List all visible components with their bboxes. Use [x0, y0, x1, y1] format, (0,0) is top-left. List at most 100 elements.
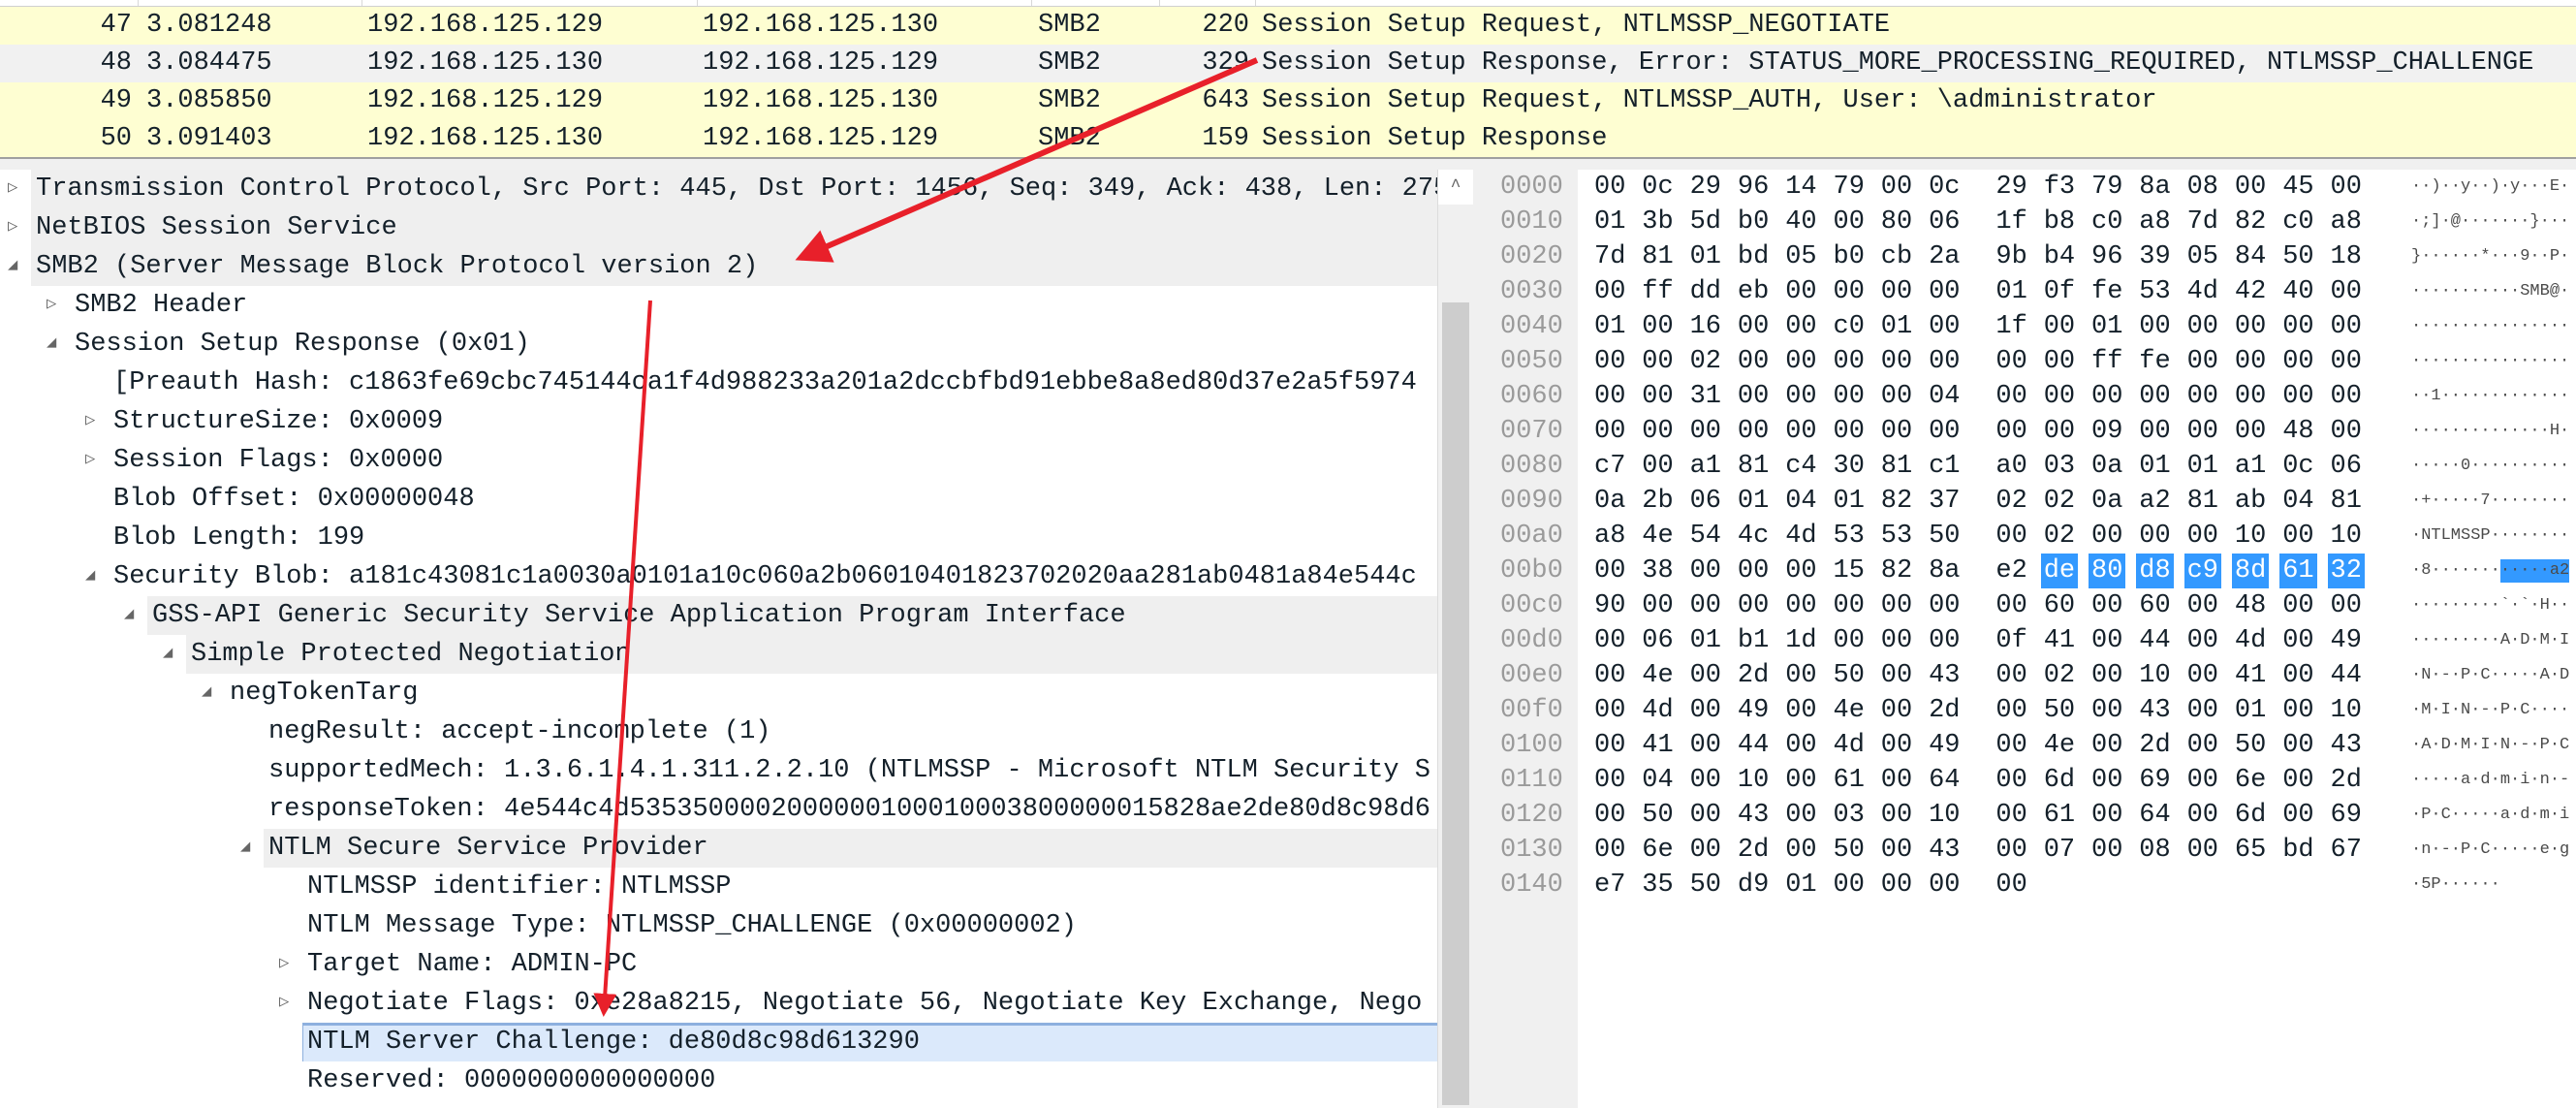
hex-byte[interactable]: 00 — [1785, 344, 1816, 379]
hex-ascii[interactable]: ·NTLMSSP········ — [2411, 519, 2569, 554]
hex-byte[interactable]: 00 — [1594, 274, 1625, 309]
hex-byte[interactable]: 00 — [1594, 414, 1625, 449]
hex-byte[interactable]: b0 — [1738, 205, 1769, 239]
triangle-right-icon[interactable]: ▷ — [279, 945, 289, 984]
hex-byte[interactable]: 01 — [2187, 449, 2218, 484]
hex-byte[interactable]: 00 — [2187, 414, 2218, 449]
hex-byte[interactable]: 4d — [2235, 623, 2266, 658]
hex-byte[interactable]: 00 — [1738, 344, 1769, 379]
tree-item[interactable]: ▷ Transmission Control Protocol, Src Port… — [0, 170, 1437, 208]
hex-byte[interactable]: 00 — [2187, 658, 2218, 693]
hex-byte[interactable]: 02 — [2044, 658, 2075, 693]
hex-byte[interactable]: eb — [1738, 274, 1769, 309]
hex-byte[interactable]: 00 — [1642, 379, 1673, 414]
hex-byte[interactable]: 50 — [1929, 519, 1960, 554]
hex-byte[interactable]: 44 — [1738, 728, 1769, 763]
hex-byte[interactable]: 45 — [2282, 170, 2313, 205]
hex-byte[interactable]: 10 — [2331, 519, 2362, 554]
hex-byte[interactable]: 00 — [1785, 763, 1816, 798]
hex-byte[interactable]: 00 — [2331, 379, 2362, 414]
hex-byte[interactable]: 00 — [2282, 379, 2313, 414]
tree-item[interactable]: ◢ negTokenTarg — [0, 674, 1437, 712]
column-separator[interactable] — [361, 0, 362, 6]
hex-ascii[interactable]: ·N·-·P·C·····A·D — [2411, 658, 2569, 693]
hex-byte[interactable]: 01 — [1881, 309, 1912, 344]
hex-byte[interactable]: 65 — [2235, 833, 2266, 868]
hex-byte[interactable]: 00 — [2044, 379, 2075, 414]
hex-byte[interactable]: 00 — [2331, 170, 2362, 205]
hex-byte[interactable]: 00 — [1834, 623, 1865, 658]
hex-byte[interactable]: a8 — [1594, 519, 1625, 554]
hex-byte[interactable]: 10 — [2235, 519, 2266, 554]
hex-byte[interactable]: 00 — [2331, 309, 2362, 344]
tree-item[interactable]: ▷ Negotiate Flags: 0xe28a8215, Negotiate … — [0, 984, 1437, 1023]
tree-item[interactable]: ◢ SMB2 (Server Message Block Protocol ver… — [0, 247, 1437, 286]
hex-byte[interactable]: ff — [1642, 274, 1673, 309]
pane-splitter-vertical[interactable] — [1473, 170, 1483, 1108]
hex-byte[interactable]: 00 — [2044, 414, 2075, 449]
tree-item[interactable]: NTLMSSP identifier: NTLMSSP — [0, 868, 1437, 906]
triangle-right-icon[interactable]: ▷ — [85, 441, 95, 480]
hex-byte[interactable]: 4e — [1642, 519, 1673, 554]
hex-byte[interactable]: 0f — [2044, 274, 2075, 309]
hex-byte[interactable]: 00 — [1995, 798, 2026, 833]
tree-item[interactable]: ▷ StructureSize: 0x0009 — [0, 402, 1437, 441]
tree-item[interactable]: supportedMech: 1.3.6.1.4.1.311.2.2.10 (N… — [0, 751, 1437, 790]
triangle-down-icon[interactable]: ◢ — [47, 325, 56, 364]
hex-byte[interactable]: 81 — [1881, 449, 1912, 484]
hex-byte[interactable]: 00 — [2091, 623, 2122, 658]
hex-byte[interactable]: 2a — [1929, 239, 1960, 274]
hex-byte[interactable]: 4d — [1785, 519, 1816, 554]
hex-row[interactable]: 0130 00 6e 00 2d 00 50 00 43 00 07 00 08 00 65 bd 67 ·n·-… — [1483, 833, 2576, 868]
hex-byte[interactable]: a1 — [2235, 449, 2266, 484]
hex-byte[interactable]: a8 — [2331, 205, 2362, 239]
hex-byte[interactable]: 2d — [1738, 658, 1769, 693]
hex-ascii[interactable]: ·;]·@·······}··· — [2411, 205, 2569, 239]
hex-byte[interactable]: 00 — [2044, 309, 2075, 344]
hex-byte[interactable]: 0c — [2282, 449, 2313, 484]
hex-byte[interactable]: 4e — [2044, 728, 2075, 763]
hex-byte[interactable]: 81 — [2187, 484, 2218, 519]
hex-row[interactable]: 0090 0a 2b 06 01 04 01 82 37 02 02 0a a2 81 ab 04 81 ·+··… — [1483, 484, 2576, 519]
triangle-down-icon[interactable]: ◢ — [240, 829, 250, 868]
hex-row[interactable]: 0140 e7 35 50 d9 01 00 00 00 00 ·5P······ — [1483, 868, 2576, 902]
hex-byte[interactable]: 64 — [2139, 798, 2170, 833]
hex-byte[interactable]: 00 — [2139, 309, 2170, 344]
hex-byte[interactable]: 00 — [1995, 344, 2026, 379]
hex-byte[interactable]: 00 — [1881, 588, 1912, 623]
pane-splitter[interactable] — [0, 159, 2576, 170]
hex-byte[interactable]: 00 — [1594, 728, 1625, 763]
hex-byte[interactable]: 53 — [1881, 519, 1912, 554]
hex-byte[interactable]: 00 — [2187, 379, 2218, 414]
hex-byte[interactable]: 18 — [2331, 239, 2362, 274]
triangle-down-icon[interactable]: ◢ — [8, 247, 17, 286]
triangle-right-icon[interactable]: ▷ — [279, 984, 289, 1023]
hex-byte[interactable]: 00 — [1995, 588, 2026, 623]
hex-byte[interactable]: 08 — [2187, 170, 2218, 205]
hex-byte[interactable]: 00 — [1785, 588, 1816, 623]
hex-byte[interactable]: 02 — [2044, 519, 2075, 554]
hex-byte[interactable]: c9 — [2183, 554, 2221, 588]
hex-byte[interactable]: 00 — [1785, 414, 1816, 449]
hex-byte[interactable]: 00 — [1834, 344, 1865, 379]
hex-ascii[interactable]: ················ — [2411, 309, 2569, 344]
hex-ascii[interactable]: ·8············a2 — [2411, 554, 2569, 588]
hex-byte[interactable]: 00 — [2235, 379, 2266, 414]
hex-byte[interactable]: 00 — [2331, 588, 2362, 623]
hex-byte[interactable]: c4 — [1785, 449, 1816, 484]
hex-byte[interactable]: dd — [1690, 274, 1721, 309]
tree-item[interactable]: ◢ Simple Protected Negotiation — [0, 635, 1437, 674]
hex-byte[interactable]: 00 — [1881, 833, 1912, 868]
hex-byte[interactable]: 0f — [1995, 623, 2026, 658]
hex-byte[interactable]: 60 — [2044, 588, 2075, 623]
hex-byte[interactable]: 00 — [1594, 763, 1625, 798]
hex-row[interactable]: 0020 7d 81 01 bd 05 b0 cb 2a 9b b4 96 39 05 84 50 18}···… — [1483, 239, 2576, 274]
hex-byte[interactable]: 2d — [1738, 833, 1769, 868]
hex-byte[interactable]: 8a — [2139, 170, 2170, 205]
hex-byte[interactable]: 00 — [1881, 623, 1912, 658]
hex-byte[interactable]: 00 — [1881, 763, 1912, 798]
hex-byte[interactable]: 8d — [2231, 554, 2270, 588]
hex-byte[interactable]: cb — [1881, 239, 1912, 274]
hex-row[interactable]: 0110 00 04 00 10 00 61 00 64 00 6d 00 69 00 6e 00 2d ····… — [1483, 763, 2576, 798]
hex-byte[interactable]: 00 — [1929, 868, 1960, 902]
